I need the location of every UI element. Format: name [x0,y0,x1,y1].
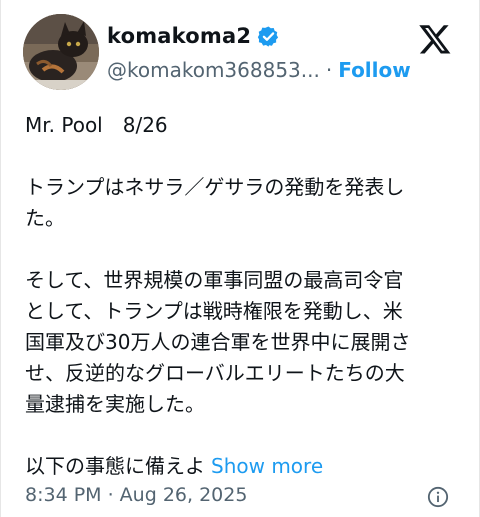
tweet-paragraph: そして、世界規模の軍事同盟の最高司令官 として、トランプは戦時権限を発動し、米 … [25,265,455,420]
tweet-line: 国軍及び30万人の連合軍を世界中に展開さ [25,330,411,354]
x-logo-icon[interactable] [417,22,453,56]
tweet-line: トランプはネサラ／ゲサラの発動を発表し [25,175,405,199]
tweet-paragraph: Mr. Pool 8/26 [25,110,455,141]
tweet-body: Mr. Pool 8/26 トランプはネサラ／ゲサラの発動を発表し た。 そして… [25,110,455,482]
separator-dot: · [325,58,333,82]
tweet-line: せ、反逆的なグローバルエリートたちの大 [25,361,405,385]
tweet-line: 以下の事態に備えよ Show more [25,451,455,482]
tweet-line: 量逮捕を実施した。 [25,392,205,416]
info-icon[interactable] [427,486,449,508]
author-name-row: komakoma2 [107,24,280,48]
tweet-timestamp[interactable]: 8:34 PM · Aug 26, 2025 [25,484,247,506]
tweet-paragraph: 以下の事態に備えよ Show more [25,451,455,482]
verified-badge-icon [258,25,279,47]
tweet-line: そして、世界規模の軍事同盟の最高司令官 [25,268,404,292]
tweet-line: として、トランプは戦時権限を発動し、米 [25,299,403,323]
author-handle-row: @komakom368853... · Follow [107,58,411,82]
tweet-line: た。 [25,206,65,230]
author-handle[interactable]: @komakom368853... [107,58,320,82]
follow-button[interactable]: Follow [338,58,411,82]
tweet-last-line: 以下の事態に備えよ [25,454,205,478]
tweet-paragraph: トランプはネサラ／ゲサラの発動を発表し た。 [25,172,455,234]
tweet-line: Mr. Pool 8/26 [25,113,168,137]
author-display-name[interactable]: komakoma2 [107,24,251,48]
cat-avatar-icon[interactable] [23,14,99,90]
tweet-card: komakoma2 @komakom368853... · Follow Mr.… [0,0,480,517]
show-more-link[interactable]: Show more [211,454,323,478]
